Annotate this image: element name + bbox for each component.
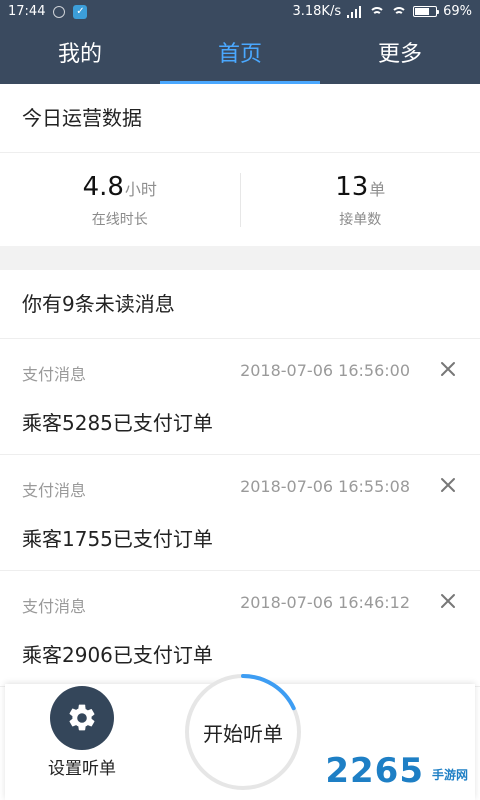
stats-row: 4.8小时 在线时长 13单 接单数 [0,153,480,247]
orders-unit: 单 [369,179,386,199]
message-type: 支付消息 [22,597,87,616]
orders-value: 13 [335,171,369,202]
close-icon[interactable] [438,359,458,379]
battery-icon [413,6,440,17]
message-time: 2018-07-06 16:46:12 [240,593,410,612]
settings-button[interactable]: 设置听单 [45,684,119,780]
status-left: 17:44 ✓ [8,4,88,19]
message-item[interactable]: 支付消息 2018-07-06 16:56:00 乘客5285已支付订单 [0,339,480,455]
watermark-number: 2265 [325,751,424,791]
online-label: 在线时长 [91,211,148,228]
message-text: 乘客5285已支付订单 [22,411,213,435]
orders-value-line: 13单 [241,172,480,205]
signal-icon [347,5,363,18]
clock: 17:44 [8,4,46,19]
message-text: 乘客2906已支付订单 [22,643,213,667]
start-label: 开始听单 [203,722,283,746]
battery-fill [415,8,430,15]
message-type: 支付消息 [22,481,87,500]
notification-icon [53,5,66,18]
top-bar: 17:44 ✓ 3.18K/s 69% 我的 首页 更多 [0,0,480,84]
tab-home[interactable]: 首页 [160,28,320,84]
watermark-text: 手游网 [431,768,468,782]
gear-icon [69,704,95,731]
online-unit: 小时 [124,179,157,199]
settings-label: 设置听单 [48,759,116,779]
online-value: 4.8 [82,171,124,202]
operations-title: 今日运营数据 [0,84,480,153]
wifi-icon [369,6,386,18]
network-speed: 3.18K/s [292,4,342,19]
operations-card: 今日运营数据 4.8小时 在线时长 13单 接单数 [0,84,480,246]
status-right: 3.18K/s 69% [292,4,472,19]
unread-summary: 你有9条未读消息 [0,270,480,339]
message-item[interactable]: 支付消息 2018-07-06 16:55:08 乘客1755已支付订单 [0,455,480,571]
orders-stat: 13单 接单数 [241,172,480,229]
orders-label: 接单数 [339,211,382,228]
battery-percent: 69% [443,4,472,19]
tab-more[interactable]: 更多 [320,28,480,84]
message-time: 2018-07-06 16:56:00 [240,361,410,380]
message-item[interactable]: 支付消息 2018-07-06 16:46:12 乘客2906已支付订单 [0,571,480,687]
close-icon[interactable] [438,591,458,611]
start-listening-button[interactable]: 开始听单 [183,672,303,792]
settings-circle [50,686,114,750]
watermark: 2265 手游网 [308,752,468,790]
wifi-icon-secondary [391,6,408,18]
message-time: 2018-07-06 16:55:08 [240,477,410,496]
message-type: 支付消息 [22,365,87,384]
message-text: 乘客1755已支付订单 [22,527,213,551]
tab-bar: 我的 首页 更多 [0,28,480,84]
app-icon: ✓ [73,4,88,19]
tab-mine[interactable]: 我的 [0,28,160,84]
online-stat: 4.8小时 在线时长 [0,172,240,229]
status-bar: 17:44 ✓ 3.18K/s 69% [0,0,480,26]
online-value-line: 4.8小时 [0,172,240,205]
close-icon[interactable] [438,475,458,495]
